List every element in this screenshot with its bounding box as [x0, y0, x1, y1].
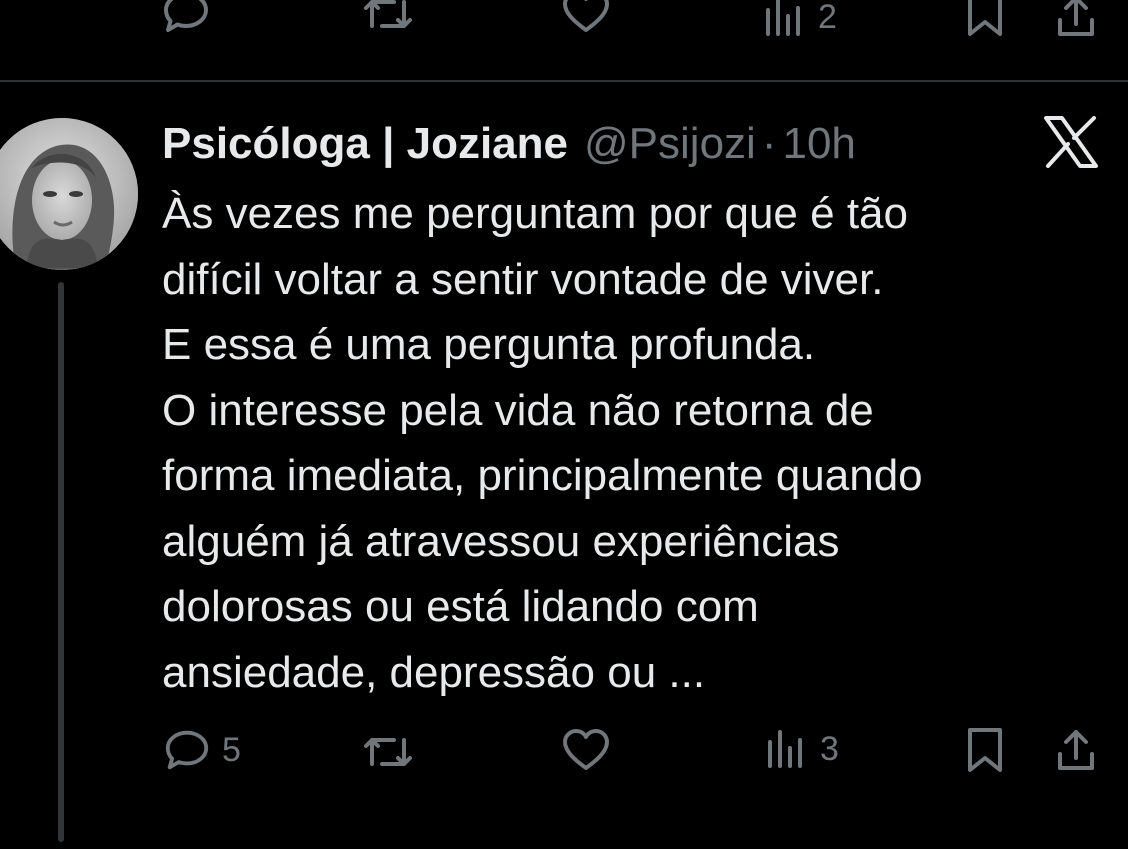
- tweet-action-bar: 5 3: [0, 720, 1128, 780]
- heart-icon: [563, 729, 609, 770]
- prev-like-button[interactable]: [560, 0, 612, 36]
- tweet-text-line: forma imediata, principalmente quando: [162, 451, 923, 500]
- tweet-text-line: ansiedade, depressão ou ...: [162, 647, 706, 697]
- tweet-text: Às vezes me perguntam por que é tão difí…: [162, 181, 1102, 705]
- avatar[interactable]: [0, 118, 138, 270]
- profile-photo: [0, 118, 138, 270]
- prev-share-button[interactable]: [1052, 0, 1100, 40]
- tweet-header: Psicóloga | Joziane @Psijozi · 10h: [162, 116, 856, 172]
- tweet-text-line: Às vezes me perguntam por que é tão: [162, 189, 908, 238]
- tweet-text-line: dolorosas ou está lidando com: [162, 582, 759, 631]
- previous-tweet-action-bar: 2: [0, 0, 1128, 40]
- views-button[interactable]: 3: [762, 728, 839, 770]
- bookmark-icon: [968, 728, 1002, 772]
- views-count: 3: [820, 729, 839, 768]
- author-handle[interactable]: @Psijozi: [584, 119, 756, 169]
- reply-icon: [165, 730, 209, 770]
- bookmark-icon: [968, 0, 1002, 36]
- heart-icon: [563, 0, 609, 32]
- retweet-icon: [364, 0, 412, 28]
- tweet-text-line: O interesse pela vida não retorna de: [162, 385, 874, 435]
- prev-bookmark-button[interactable]: [962, 0, 1008, 38]
- share-button[interactable]: [1052, 726, 1100, 774]
- reply-icon: [164, 0, 208, 32]
- prev-views-count: 2: [818, 0, 837, 36]
- header-separator: ·: [761, 119, 777, 168]
- views-icon: [768, 730, 802, 768]
- prev-reply-button[interactable]: [160, 0, 212, 36]
- share-icon: [1058, 0, 1094, 36]
- author-name[interactable]: Psicóloga | Joziane: [162, 119, 568, 169]
- tweet-text-line: E essa é uma pergunta profunda.: [162, 320, 816, 369]
- reply-count: 5: [222, 730, 241, 769]
- tweet-text-line: alguém já atravessou experiências: [162, 516, 840, 566]
- tweet-text-line: difícil voltar a sentir vontade de viver…: [162, 254, 884, 304]
- views-icon: [766, 0, 800, 36]
- retweet-icon: [364, 738, 412, 766]
- like-button[interactable]: [560, 726, 612, 774]
- tweet-timestamp[interactable]: 10h: [782, 119, 855, 169]
- prev-retweet-button[interactable]: [360, 0, 416, 36]
- tweet-divider: [0, 80, 1128, 82]
- bookmark-button[interactable]: [962, 726, 1008, 774]
- share-icon: [1058, 730, 1094, 770]
- prev-views-button[interactable]: 2: [760, 0, 837, 38]
- retweet-button[interactable]: [360, 730, 416, 774]
- reply-button[interactable]: 5: [162, 726, 241, 774]
- x-logo-icon: [1044, 116, 1098, 168]
